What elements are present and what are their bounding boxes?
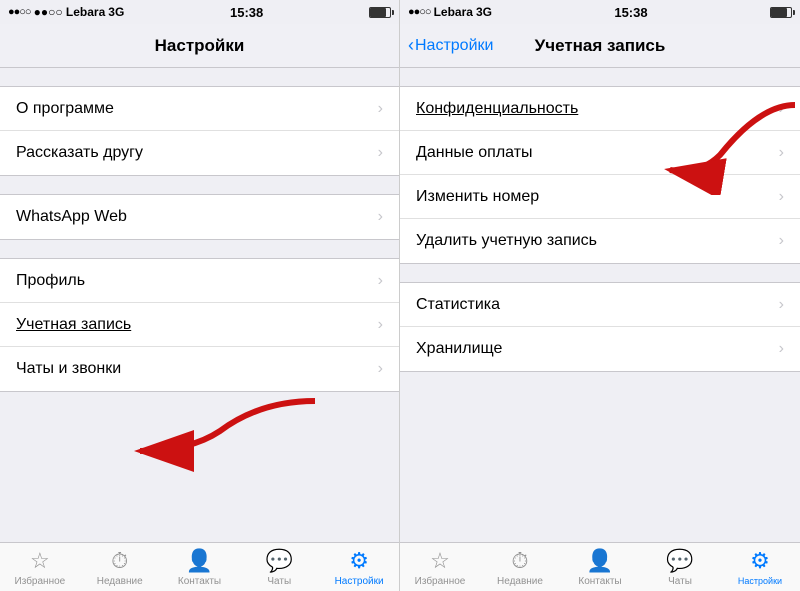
- section-1-right: Конфиденциальность › Данные оплаты › Изм…: [400, 86, 800, 264]
- signal-icon-left: ●●○○: [8, 6, 31, 18]
- privacy-chevron: ›: [779, 100, 784, 118]
- section-2-left: WhatsApp Web ›: [0, 194, 399, 240]
- time-left: 15:38: [230, 5, 263, 20]
- chats-label-right: Чаты: [668, 576, 692, 587]
- about-label: О программе: [16, 100, 114, 118]
- section-1-left: О программе › Рассказать другу ›: [0, 86, 399, 176]
- share-label: Рассказать другу: [16, 144, 143, 162]
- tab-contacts-right[interactable]: 👤 Контакты: [560, 548, 640, 587]
- chats-calls-item[interactable]: Чаты и звонки ›: [0, 347, 399, 391]
- network-right: 3G: [476, 5, 492, 19]
- tab-favorites-right[interactable]: ☆ Избранное: [400, 548, 480, 587]
- tab-recents-left[interactable]: ⏱ Недавние: [80, 548, 160, 587]
- settings-label-right: Настройки: [738, 576, 782, 586]
- settings-content-right: Конфиденциальность › Данные оплаты › Изм…: [400, 68, 800, 542]
- contacts-label-right: Контакты: [578, 576, 621, 587]
- time-right: 15:38: [614, 5, 647, 20]
- profile-chevron: ›: [378, 272, 383, 290]
- chevron-back-icon: ‹: [408, 35, 414, 56]
- chats-calls-chevron: ›: [378, 360, 383, 378]
- tab-favorites-left[interactable]: ☆ Избранное: [0, 548, 80, 587]
- stats-label: Статистика: [416, 296, 500, 314]
- chats-calls-label: Чаты и звонки: [16, 360, 121, 378]
- share-chevron: ›: [378, 144, 383, 162]
- nav-back-button[interactable]: ‹ Настройки: [408, 35, 493, 56]
- recents-icon-right: ⏱: [511, 548, 528, 574]
- left-panel: ●●○○ ●●○○ Lebara 3G 15:38 Настройки О пр…: [0, 0, 400, 591]
- nav-title-left: Настройки: [155, 36, 245, 56]
- payment-chevron: ›: [779, 144, 784, 162]
- about-item[interactable]: О программе ›: [0, 87, 399, 131]
- account-chevron: ›: [378, 316, 383, 334]
- nav-title-right: Учетная запись: [535, 36, 666, 56]
- about-chevron: ›: [378, 100, 383, 118]
- recents-label-left: Недавние: [97, 576, 143, 587]
- storage-label: Хранилище: [416, 340, 502, 358]
- status-bar-left: ●●○○ ●●○○ Lebara 3G 15:38: [0, 0, 399, 24]
- chats-label-left: Чаты: [267, 576, 291, 587]
- whatsapp-web-chevron: ›: [378, 208, 383, 226]
- favorites-label-right: Избранное: [415, 576, 466, 587]
- tab-settings-left[interactable]: ⚙ Настройки: [319, 548, 399, 587]
- change-number-label: Изменить номер: [416, 188, 539, 206]
- contacts-icon-right: 👤: [586, 548, 613, 574]
- section-2-right: Статистика › Хранилище ›: [400, 282, 800, 372]
- contacts-icon-left: 👤: [186, 548, 213, 574]
- signal-icon-right: ●●○○: [408, 6, 431, 18]
- storage-chevron: ›: [779, 340, 784, 358]
- battery-icon-right: [770, 7, 792, 18]
- privacy-label: Конфиденциальность: [416, 100, 578, 118]
- recents-icon-left: ⏱: [111, 548, 128, 574]
- nav-bar-right: ‹ Настройки Учетная запись: [400, 24, 800, 68]
- whatsapp-web-item[interactable]: WhatsApp Web ›: [0, 195, 399, 239]
- share-item[interactable]: Рассказать другу ›: [0, 131, 399, 175]
- privacy-item[interactable]: Конфиденциальность ›: [400, 87, 800, 131]
- settings-label-left: Настройки: [335, 576, 384, 587]
- delete-account-item[interactable]: Удалить учетную запись ›: [400, 219, 800, 263]
- carrier-left: ●●○○ Lebara: [34, 5, 106, 19]
- tab-chats-right[interactable]: 💬 Чаты: [640, 548, 720, 587]
- chats-icon-left: 💬: [266, 548, 293, 574]
- nav-bar-left: Настройки: [0, 24, 399, 68]
- whatsapp-web-label: WhatsApp Web: [16, 208, 127, 226]
- change-number-item[interactable]: Изменить номер ›: [400, 175, 800, 219]
- tab-settings-right[interactable]: ⚙ Настройки: [720, 548, 800, 586]
- account-item[interactable]: Учетная запись ›: [0, 303, 399, 347]
- battery-icon-left: [369, 7, 391, 18]
- settings-icon-left: ⚙: [349, 548, 369, 574]
- profile-label: Профиль: [16, 272, 85, 290]
- carrier-right: Lebara: [434, 5, 473, 19]
- delete-account-chevron: ›: [779, 232, 784, 250]
- tab-recents-right[interactable]: ⏱ Недавние: [480, 548, 560, 587]
- stats-chevron: ›: [779, 296, 784, 314]
- tab-bar-right: ☆ Избранное ⏱ Недавние 👤 Контакты 💬 Чаты…: [400, 542, 800, 591]
- recents-label-right: Недавние: [497, 576, 543, 587]
- favorites-icon-right: ☆: [430, 548, 450, 574]
- change-number-chevron: ›: [779, 188, 784, 206]
- section-3-left: Профиль › Учетная запись › Чаты и звонки…: [0, 258, 399, 392]
- tab-chats-left[interactable]: 💬 Чаты: [239, 548, 319, 587]
- tab-contacts-left[interactable]: 👤 Контакты: [160, 548, 240, 587]
- settings-content-left: О программе › Рассказать другу › WhatsAp…: [0, 68, 399, 542]
- tab-bar-left: ☆ Избранное ⏱ Недавние 👤 Контакты 💬 Чаты…: [0, 542, 399, 591]
- account-label: Учетная запись: [16, 316, 131, 334]
- status-bar-right: ●●○○ Lebara 3G 15:38: [400, 0, 800, 24]
- profile-item[interactable]: Профиль ›: [0, 259, 399, 303]
- payment-item[interactable]: Данные оплаты ›: [400, 131, 800, 175]
- storage-item[interactable]: Хранилище ›: [400, 327, 800, 371]
- favorites-label-left: Избранное: [15, 576, 66, 587]
- contacts-label-left: Контакты: [178, 576, 221, 587]
- payment-label: Данные оплаты: [416, 144, 533, 162]
- right-panel: ●●○○ Lebara 3G 15:38 ‹ Настройки Учетная…: [400, 0, 800, 591]
- nav-back-label: Настройки: [415, 37, 493, 55]
- favorites-icon-left: ☆: [30, 548, 50, 574]
- chats-icon-right: 💬: [666, 548, 693, 574]
- settings-icon-right: ⚙: [750, 548, 770, 574]
- stats-item[interactable]: Статистика ›: [400, 283, 800, 327]
- delete-account-label: Удалить учетную запись: [416, 232, 597, 250]
- network-left: 3G: [108, 5, 124, 19]
